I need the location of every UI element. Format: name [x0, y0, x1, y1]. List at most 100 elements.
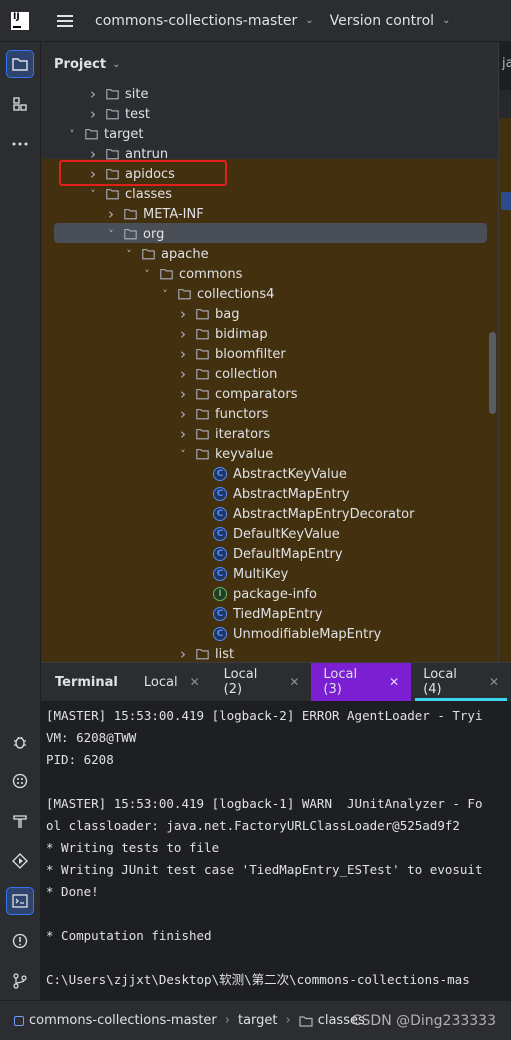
chevron-right-icon[interactable]: ›	[176, 304, 190, 324]
tree-item-label: comparators	[215, 386, 298, 402]
chevron-right-icon[interactable]: ›	[104, 204, 118, 224]
app-logo-icon[interactable]: IJ	[11, 11, 29, 30]
tree-folder-keyvalue[interactable]: ˅ keyvalue	[41, 444, 498, 464]
tree-folder-meta-inf[interactable]: › META-INF	[41, 204, 498, 224]
class-icon: C	[212, 566, 228, 582]
class-icon: C	[212, 506, 228, 522]
tree-item-label: target	[104, 126, 144, 142]
vcs-menu[interactable]: Version control ⌄	[330, 13, 451, 29]
tree-folder-target[interactable]: ˅ target	[41, 124, 498, 144]
tree-item-label: classes	[125, 186, 173, 202]
tree-folder-collections4[interactable]: ˅ collections4	[41, 284, 498, 304]
tree-folder-apache[interactable]: ˅ apache	[41, 244, 498, 264]
folder-icon	[122, 226, 138, 242]
services-tool-button[interactable]	[6, 767, 34, 795]
terminal-line: C:\Users\zjjxt\Desktop\软测\第二次\commons-co…	[46, 972, 470, 987]
tree-item-label: package-info	[233, 586, 317, 602]
tree-folder-iterators[interactable]: › iterators	[41, 424, 498, 444]
terminal-tab[interactable]: Local (2) ✕	[212, 663, 312, 701]
tree-class-defaultmapentry[interactable]: C DefaultMapEntry	[41, 544, 498, 564]
tree-folder-list[interactable]: › list	[41, 644, 498, 662]
tree-folder-bag[interactable]: › bag	[41, 304, 498, 324]
tree-folder-site[interactable]: › site	[41, 86, 498, 104]
tree-scrollbar[interactable]	[489, 332, 496, 414]
class-icon: C	[212, 626, 228, 642]
tree-folder-bloomfilter[interactable]: › bloomfilter	[41, 344, 498, 364]
more-tools-button[interactable]	[6, 130, 34, 158]
editor-caret-line	[501, 192, 511, 210]
build-tool-button[interactable]	[6, 807, 34, 835]
chevron-right-icon[interactable]: ›	[176, 384, 190, 404]
tree-class-unmodifiablemapentry[interactable]: C UnmodifiableMapEntry	[41, 624, 498, 644]
tree-folder-comparators[interactable]: › comparators	[41, 384, 498, 404]
terminal-tab[interactable]: Local ✕	[132, 663, 212, 701]
chevron-right-icon[interactable]: ›	[176, 364, 190, 384]
module-icon	[14, 1015, 24, 1026]
tree-item-label: iterators	[215, 426, 271, 442]
tree-class-defaultkeyvalue[interactable]: C DefaultKeyValue	[41, 524, 498, 544]
chevron-right-icon[interactable]: ›	[86, 86, 100, 104]
tree-class-abstractmapentrydecorator[interactable]: C AbstractMapEntryDecorator	[41, 504, 498, 524]
terminal-tab[interactable]: Local (3) ✕	[311, 663, 412, 701]
tree-class-tiedmapentry[interactable]: C TiedMapEntry	[41, 604, 498, 624]
tree-folder-classes[interactable]: ˅ classes	[41, 184, 498, 204]
tree-class-multikey[interactable]: C MultiKey	[41, 564, 498, 584]
chevron-right-icon[interactable]: ›	[176, 424, 190, 444]
tree-folder-test[interactable]: › test	[41, 104, 498, 124]
structure-tool-button[interactable]	[6, 90, 34, 118]
chevron-down-icon[interactable]: ˅	[86, 184, 100, 204]
run-tool-button[interactable]	[6, 847, 34, 875]
tree-item-label: collection	[215, 366, 278, 382]
tree-item-label: bloomfilter	[215, 346, 286, 362]
chevron-right-icon[interactable]: ›	[176, 404, 190, 424]
tree-folder-commons[interactable]: ˅ commons	[41, 264, 498, 284]
tree-item-label: org	[143, 226, 165, 242]
chevron-down-icon[interactable]: ˅	[140, 264, 154, 284]
chevron-down-icon[interactable]: ˅	[158, 284, 172, 304]
chevron-right-icon[interactable]: ›	[86, 104, 100, 124]
project-tool-button[interactable]	[6, 50, 34, 78]
terminal-tab-bar: Terminal Local ✕ Local (2) ✕ Local (3) ✕ Local…	[41, 663, 511, 701]
problems-tool-button[interactable]	[6, 927, 34, 955]
close-icon[interactable]: ✕	[190, 675, 200, 689]
editor-area	[498, 42, 511, 662]
close-icon[interactable]: ✕	[389, 675, 399, 689]
editor-tab[interactable]: ja	[502, 56, 511, 71]
folder-icon	[299, 1015, 313, 1027]
debug-tool-button[interactable]	[6, 728, 34, 756]
folder-icon	[194, 306, 210, 322]
chevron-right-icon[interactable]: ›	[176, 644, 190, 662]
tree-folder-collection[interactable]: › collection	[41, 364, 498, 384]
chevron-down-icon[interactable]: ˅	[176, 444, 190, 464]
terminal-output[interactable]: [MASTER] 15:53:00.419 [logback-2] ERROR …	[41, 701, 511, 1001]
tree-class-abstractmapentry[interactable]: C AbstractMapEntry	[41, 484, 498, 504]
tree-class-package-info[interactable]: Ipackage-info	[41, 584, 498, 604]
chevron-down-icon[interactable]: ˅	[65, 124, 79, 144]
main-menu-icon[interactable]	[57, 14, 73, 27]
git-tool-button[interactable]	[6, 967, 34, 995]
chevron-down-icon[interactable]: ˅	[104, 224, 118, 244]
terminal-tool-button[interactable]	[6, 887, 34, 915]
terminal-tab[interactable]: Local (4) ✕	[411, 663, 511, 701]
tree-item-label: keyvalue	[215, 446, 274, 462]
close-icon[interactable]: ✕	[289, 675, 299, 689]
breadcrumb-item[interactable]: commons-collections-master	[29, 1013, 217, 1028]
tree-folder-bidimap[interactable]: › bidimap	[41, 324, 498, 344]
folder-icon	[122, 206, 138, 222]
tree-item-label: functors	[215, 406, 269, 422]
tree-folder-functors[interactable]: › functors	[41, 404, 498, 424]
project-panel-header[interactable]: Project ⌄	[41, 42, 498, 86]
terminal-icon	[12, 894, 28, 908]
project-switcher[interactable]: commons-collections-master ⌄	[95, 13, 314, 29]
project-tree[interactable]: › site › test ˅ target › antrun › apidocs ˅ classes…	[41, 86, 498, 662]
terminal-tab-label: Local (2)	[223, 667, 258, 697]
tree-class-abstractkeyvalue[interactable]: C AbstractKeyValue	[41, 464, 498, 484]
close-icon[interactable]: ✕	[489, 675, 499, 689]
chevron-right-icon[interactable]: ›	[176, 344, 190, 364]
tree-item-label: collections4	[197, 286, 275, 302]
chevron-right-icon[interactable]: ›	[176, 324, 190, 344]
breadcrumb-item[interactable]: target	[238, 1013, 278, 1028]
tree-folder-org[interactable]: ˅ org	[41, 224, 498, 244]
chevron-down-icon[interactable]: ˅	[122, 244, 136, 264]
